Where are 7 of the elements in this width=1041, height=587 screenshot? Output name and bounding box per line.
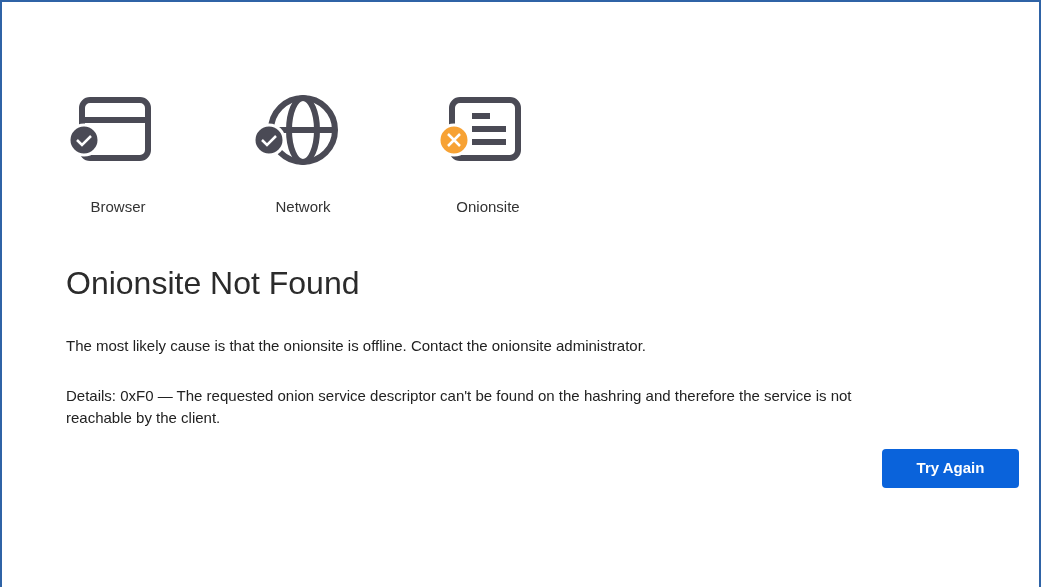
- step-label: Browser: [90, 197, 146, 217]
- error-title: Onionsite Not Found: [66, 263, 361, 303]
- step-label: Onionsite: [456, 197, 520, 217]
- error-message: The most likely cause is that the onionsite is offline. Contact the onionsite administrator.: [66, 335, 648, 356]
- step-label: Network: [275, 197, 331, 217]
- error-details: Details: 0xF0 — The requested onion service descriptor can't be found on the hashring and therefore the service is not reachable by the client.: [66, 386, 853, 428]
- try-again-button[interactable]: Try Again: [882, 449, 1019, 488]
